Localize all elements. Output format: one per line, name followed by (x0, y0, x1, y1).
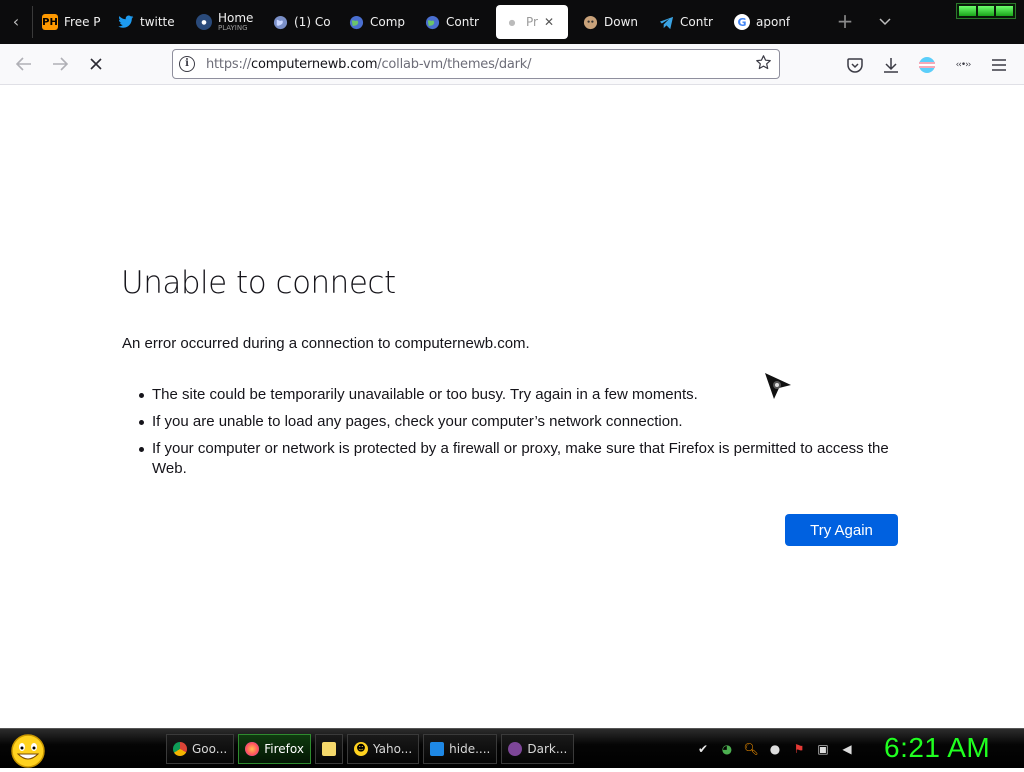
loading-dot-icon: ● (508, 17, 516, 27)
tab-free-p[interactable]: PH Free P (34, 5, 110, 39)
tor-icon (508, 742, 523, 756)
taskbar-item-firefox[interactable]: Firefox (238, 734, 311, 764)
telegram-icon (658, 14, 674, 30)
tab-home[interactable]: ● Home PLAYING (188, 5, 264, 39)
tab-contr-2[interactable]: Contr (650, 5, 726, 39)
taskbar-item-label: hide.... (449, 742, 491, 756)
tab-divider (32, 6, 33, 38)
taskbar-items: Goo... Firefox ☻ Yaho... hide.... Dark..… (166, 734, 575, 764)
taskbar-item-chrome[interactable]: Goo... (166, 734, 235, 764)
hamburger-menu-icon[interactable] (988, 54, 1010, 76)
tab-label: aponf (756, 16, 791, 28)
tab-scroll-left-button[interactable]: ‹ (6, 12, 26, 32)
hide-vpn-icon (430, 742, 445, 756)
url-text[interactable]: https://computernewb.com/collab-vm/theme… (206, 57, 532, 72)
firefox-icon (245, 742, 260, 756)
arrow-left-icon (16, 57, 31, 71)
chrome-icon (173, 742, 187, 756)
url-path: /collab-vm/themes/dark/ (377, 57, 532, 72)
yahoo-smiley-icon: ☻ (353, 742, 368, 756)
tab-label: Free P (64, 16, 101, 28)
pocket-icon[interactable] (844, 54, 866, 76)
tab-label: Comp (370, 16, 406, 28)
tab-label: (1) Co (294, 16, 331, 28)
list-item: If your computer or network is protected… (139, 439, 904, 479)
status-icon[interactable]: ● (766, 740, 784, 758)
tab-playing-label: PLAYING (218, 24, 248, 32)
taskbar: Goo... Firefox ☻ Yaho... hide.... Dark..… (0, 728, 1024, 768)
flag-icon[interactable]: ⚑ (790, 740, 808, 758)
account-avatar-icon[interactable] (916, 54, 938, 76)
taskbar-item-yahoo[interactable]: ☻ Yaho... (346, 734, 420, 764)
tab-label: twitte (140, 16, 175, 28)
navigation-toolbar: i https://computernewb.com/collab-vm/the… (0, 44, 1024, 85)
taskbar-item-label: Goo... (192, 742, 228, 756)
download-icon[interactable] (880, 54, 902, 76)
google-icon: G (734, 14, 750, 30)
twitter-bird-icon (118, 14, 134, 30)
window-controls-widget[interactable] (956, 3, 1016, 19)
taskbar-item-folder[interactable] (314, 734, 343, 764)
taskbar-item-dark[interactable]: Dark... (501, 734, 575, 764)
bookmark-star-icon[interactable] (753, 54, 773, 74)
new-tab-button[interactable]: + (834, 10, 856, 32)
error-description: An error occurred during a connection to… (122, 335, 530, 352)
taskbar-clock[interactable]: 6:21 AM (884, 732, 990, 764)
globe-icon (348, 14, 364, 30)
tab-contr-1[interactable]: Contr (416, 5, 492, 39)
close-icon (90, 58, 102, 70)
taskbar-item-label: Dark... (527, 742, 568, 756)
close-tab-icon[interactable]: ✕ (544, 15, 554, 29)
volume-icon[interactable]: ◀ (838, 740, 856, 758)
try-again-button[interactable]: Try Again (785, 514, 898, 546)
shield-tray-icon[interactable]: ✔ (694, 740, 712, 758)
globe-icon (424, 14, 440, 30)
tab-1-co[interactable]: (1) Co (264, 5, 340, 39)
extension-icon[interactable]: ‹‹•›› (952, 54, 974, 76)
download-site-icon (582, 14, 598, 30)
info-icon[interactable]: i (179, 56, 195, 72)
tab-label: Home (218, 12, 254, 25)
site-logo-icon: ● (196, 14, 212, 30)
start-button[interactable] (8, 732, 48, 768)
back-button[interactable] (12, 52, 36, 76)
tab-active-loading[interactable]: ● Pr ✕ (496, 5, 568, 39)
tab-label: Down (604, 16, 639, 28)
taskbar-item-label: Yaho... (372, 742, 413, 756)
chevron-down-icon (879, 18, 891, 26)
network-globe-icon[interactable]: ◕ (718, 740, 736, 758)
tab-down[interactable]: Down (574, 5, 650, 39)
smiley-start-icon (11, 734, 45, 768)
network-icon[interactable]: ▣ (814, 740, 832, 758)
list-all-tabs-button[interactable] (874, 11, 896, 33)
tab-comp[interactable]: Comp (340, 5, 416, 39)
tab-list: PH Free P twitte ● Home PLAYING (1) Co C… (34, 5, 802, 39)
ph-icon: PH (42, 14, 58, 30)
folder-icon (321, 742, 336, 756)
taskbar-item-hide[interactable]: hide.... (423, 734, 498, 764)
search-icon[interactable]: 🔍︎ (742, 740, 760, 758)
stop-loading-button[interactable] (84, 52, 108, 76)
forward-button[interactable] (48, 52, 72, 76)
page-content: Unable to connect An error occurred duri… (0, 85, 1024, 728)
mouse-cursor-icon (765, 373, 791, 399)
error-title: Unable to connect (121, 265, 396, 301)
tab-twitter[interactable]: twitte (110, 5, 188, 39)
list-item: If you are unable to load any pages, che… (139, 412, 904, 432)
taskbar-item-label: Firefox (264, 742, 304, 756)
tab-label: Contr (446, 16, 479, 28)
url-scheme: https:// (206, 57, 251, 72)
arrow-right-icon (53, 57, 68, 71)
tab-aponf[interactable]: G aponf (726, 5, 802, 39)
tab-strip: ‹ PH Free P twitte ● Home PLAYING (1) Co (0, 0, 1024, 44)
url-bar[interactable]: i https://computernewb.com/collab-vm/the… (172, 49, 780, 79)
globe-icon (272, 14, 288, 30)
system-tray: ✔ ◕ 🔍︎ ● ⚑ ▣ ◀ (694, 740, 856, 758)
tab-label: Pr (526, 16, 538, 28)
url-domain: computernewb.com (251, 57, 378, 72)
tab-label: Contr (680, 16, 713, 28)
